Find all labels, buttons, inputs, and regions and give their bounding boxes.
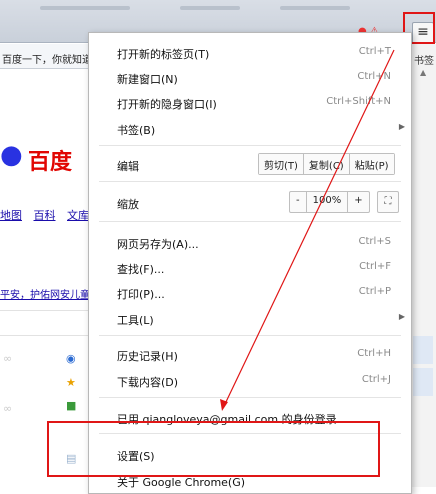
annotation-arrow-icon bbox=[220, 49, 395, 411]
